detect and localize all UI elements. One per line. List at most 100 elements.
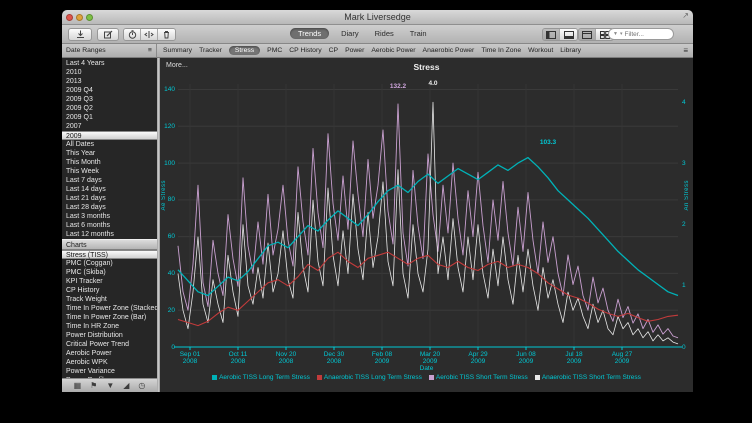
bottom-panel-icon <box>564 31 574 39</box>
tabbed-view-icon <box>582 31 592 39</box>
chart-list-item[interactable]: Stress (TISS) <box>62 250 157 259</box>
filter-input[interactable] <box>624 31 668 38</box>
scope-tab[interactable]: Train <box>406 28 431 39</box>
sidebar-header[interactable]: Date Ranges ≡ <box>62 44 157 57</box>
chart-tab[interactable]: Workout <box>528 47 553 54</box>
chart-tab[interactable]: Tracker <box>199 47 222 54</box>
chart-tab[interactable]: Library <box>560 47 581 54</box>
left-tick: 100 <box>160 160 175 167</box>
date-range-item[interactable]: 2010 <box>62 68 157 77</box>
chart-list: Stress (TISS)PMC (Coggan)PMC (Skiba)KPI … <box>62 250 157 385</box>
panel-toggle-group <box>542 28 578 41</box>
chart-tab[interactable]: Summary <box>163 47 192 54</box>
chart-list-item[interactable]: PMC (Coggan) <box>62 259 157 268</box>
resize-icon[interactable]: ↗ <box>682 11 689 20</box>
chart-tab[interactable]: CP History <box>289 47 321 54</box>
x-tick: Aug 272009 <box>600 351 644 365</box>
chart-tab[interactable]: PMC <box>267 47 282 54</box>
intervals-button[interactable] <box>141 29 158 40</box>
chart-tab[interactable]: CP <box>329 47 338 54</box>
left-axis-label: Ae Stress <box>161 180 167 211</box>
x-tick: Oct 112008 <box>216 351 260 365</box>
date-range-item[interactable]: Last 12 months <box>62 230 157 239</box>
left-tick: 0 <box>160 344 175 351</box>
legend-label: Anaerobic TISS Short Term Stress <box>542 374 641 381</box>
view-tabbed-button[interactable] <box>579 29 596 40</box>
date-range-item[interactable]: Last 6 months <box>62 221 157 230</box>
sidebar-toggle-button[interactable] <box>543 29 560 40</box>
chart-tab[interactable]: Stress <box>229 46 260 55</box>
stress-chart-plot <box>160 58 693 392</box>
sidebar-menu-icon[interactable]: ≡ <box>148 47 152 54</box>
chart-tab[interactable]: Anaerobic Power <box>423 47 475 54</box>
date-range-item[interactable]: Last 21 days <box>62 194 157 203</box>
chart-list-item[interactable]: PMC (Skiba) <box>62 268 157 277</box>
funnel-caret-icon[interactable]: ▾ <box>620 32 623 37</box>
date-range-item[interactable]: This Week <box>62 167 157 176</box>
legend-item: Aerobic TISS Short Term Stress <box>429 374 528 381</box>
chart-tab[interactable]: Power <box>345 47 364 54</box>
stopwatch-button[interactable] <box>124 29 141 40</box>
right-tick: 2 <box>682 221 686 228</box>
date-range-item[interactable]: All Dates <box>62 140 157 149</box>
scope-tab[interactable]: Rides <box>371 28 398 39</box>
chart-list-item[interactable]: Critical Power Trend <box>62 340 157 349</box>
x-tick: Dec 302008 <box>312 351 356 365</box>
sidebar: Last 4 Years201020132009 Q42009 Q32009 Q… <box>62 58 157 392</box>
date-range-item[interactable]: Last 28 days <box>62 203 157 212</box>
app-window: Mark Liversedge ↗ <box>62 10 693 392</box>
bottombar-toggle-button[interactable] <box>560 29 577 40</box>
date-range-item[interactable]: 2009 Q4 <box>62 86 157 95</box>
right-tick: 1 <box>682 282 686 289</box>
date-range-item[interactable]: Last 14 days <box>62 185 157 194</box>
scope-selector: Trends Diary Rides Train <box>290 28 431 39</box>
legend-swatch-icon <box>317 375 322 380</box>
scope-tab[interactable]: Diary <box>337 28 363 39</box>
title-bar[interactable]: Mark Liversedge ↗ <box>62 10 693 25</box>
date-range-item[interactable]: This Month <box>62 158 157 167</box>
left-tick: 120 <box>160 123 175 130</box>
date-range-item[interactable]: 2009 Q2 <box>62 104 157 113</box>
left-tick: 20 <box>160 307 175 314</box>
legend-swatch-icon <box>429 375 434 380</box>
max-value-annotation: 4.0 <box>420 80 446 87</box>
scope-tab[interactable]: Trends <box>290 28 329 39</box>
legend-swatch-icon <box>535 375 540 380</box>
chart-list-item[interactable]: Power Variance <box>62 367 157 376</box>
chart-list-item[interactable]: Time In Power Zone (Stacked) <box>62 304 157 313</box>
x-tick: Jul 182009 <box>552 351 596 365</box>
chart-list-item[interactable]: Track Weight <box>62 295 157 304</box>
x-tick: Apr 292009 <box>456 351 500 365</box>
date-range-item[interactable]: 2013 <box>62 77 157 86</box>
left-tick: 60 <box>160 233 175 240</box>
chart-list-item[interactable]: Time In Power Zone (Bar) <box>62 313 157 322</box>
left-tick: 140 <box>160 86 175 93</box>
date-range-item[interactable]: 2009 <box>62 131 157 140</box>
sidebar-header-label: Date Ranges <box>66 47 106 54</box>
chart-list-item[interactable]: KPI Tracker <box>62 277 157 286</box>
chart-tabs: Summary Tracker Stress PMC CP History CP Power… <box>157 44 678 57</box>
chart-tab[interactable]: Time In Zone <box>481 47 521 54</box>
date-range-item[interactable]: Last 7 days <box>62 176 157 185</box>
compose-button[interactable] <box>97 28 119 41</box>
chart-list-item[interactable]: CP History <box>62 286 157 295</box>
x-tick: Mar 202009 <box>408 351 452 365</box>
date-range-item[interactable]: Last 3 months <box>62 212 157 221</box>
charts-section-header[interactable]: Charts <box>62 239 157 250</box>
date-range-item[interactable]: 2009 Q1 <box>62 113 157 122</box>
download-button[interactable] <box>68 28 92 41</box>
chart-list-item[interactable]: Aerobic Power <box>62 349 157 358</box>
date-range-item[interactable]: This Year <box>62 149 157 158</box>
chart-list-item[interactable]: Time In HR Zone <box>62 322 157 331</box>
date-range-item[interactable]: 2007 <box>62 122 157 131</box>
chart-list-item[interactable]: Aerobic WPK <box>62 358 157 367</box>
chart-list-item[interactable]: Power Distribution <box>62 331 157 340</box>
tabbar-menu-icon[interactable]: ≡ <box>678 44 693 57</box>
filter-field[interactable]: ▼ ▾ <box>608 28 674 40</box>
chart-tab[interactable]: Aerobic Power <box>371 47 415 54</box>
date-range-item[interactable]: 2009 Q3 <box>62 95 157 104</box>
x-tick: Nov 202008 <box>264 351 308 365</box>
delete-button[interactable] <box>158 29 175 40</box>
legend-item: Anaerobic TISS Long Term Stress <box>317 374 422 381</box>
date-range-item[interactable]: Last 4 Years <box>62 59 157 68</box>
